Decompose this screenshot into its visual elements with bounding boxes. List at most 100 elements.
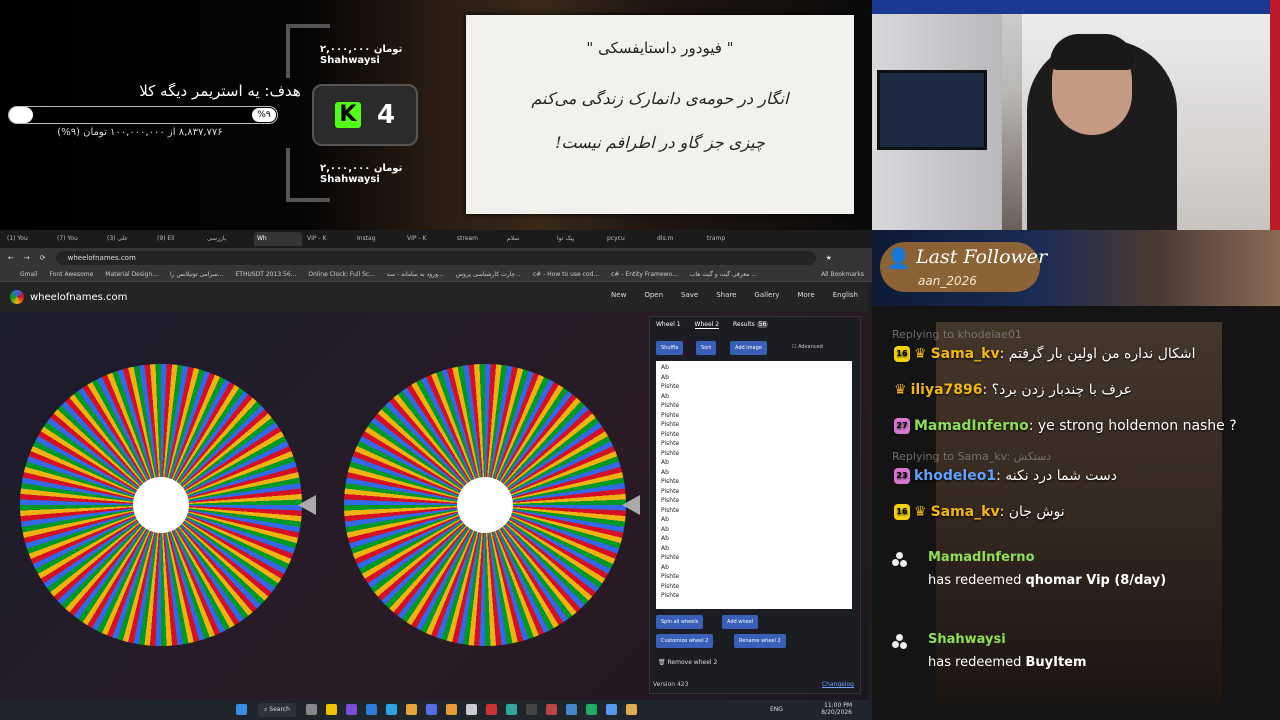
browser-tab[interactable]: dls.m xyxy=(654,232,702,246)
kick-subs-counter: K 4 xyxy=(312,84,418,146)
quote-title: " فیودور داستایفسکی " xyxy=(586,39,734,57)
customize-wheel-button[interactable]: Customize wheel 2 xyxy=(656,634,714,648)
browser-tab[interactable]: VIP - K xyxy=(404,232,452,246)
entries-textarea[interactable]: Ab Ab Pishte Ab Pishte Pishte Pishte Pishte Pish… xyxy=(656,361,852,609)
entry-line: Pishte xyxy=(661,487,680,495)
bookmarks-bar: Gmail Font Awesome Material Design... سرامی… xyxy=(0,268,872,282)
edge-icon[interactable] xyxy=(386,704,397,715)
app-icon[interactable] xyxy=(486,704,497,715)
wheel-2[interactable] xyxy=(344,364,626,646)
bookmark-item[interactable]: چارت کارشناسی پروس... xyxy=(456,271,521,278)
spin-all-wheels-button[interactable]: Spin all wheels xyxy=(656,615,704,629)
wheel-pointer-icon xyxy=(622,495,640,515)
site-menu-item[interactable]: More xyxy=(797,291,814,299)
donation-bottom: ۲,۰۰۰,۰۰۰ تومان Shahwaysi xyxy=(320,163,462,185)
entry-line: Pishte xyxy=(661,478,680,485)
tab-wheel-2[interactable]: Wheel 2 xyxy=(694,321,720,329)
entry-line: Ab xyxy=(661,392,669,400)
bookmark-item[interactable]: Font Awesome xyxy=(50,271,94,278)
browser-tab[interactable]: (3) علی xyxy=(104,232,152,246)
back-icon[interactable]: ← xyxy=(8,254,14,262)
bookmark-item[interactable]: ETHUSDT 2013.56... xyxy=(236,271,297,278)
sort-button[interactable]: Sort xyxy=(696,341,717,355)
entries-panel: Wheel 1 Wheel 2 Results 56 Shuffle Sort … xyxy=(649,316,861,694)
tab-wheel-1[interactable]: Wheel 1 xyxy=(656,321,681,329)
sub-badge-icon: 16 xyxy=(894,346,910,362)
bookmark-item[interactable]: Online Clock: Full Sc... xyxy=(308,271,375,278)
browser-tab[interactable]: سلام xyxy=(504,232,552,246)
browser-tab[interactable]: پیک توا xyxy=(554,232,602,246)
chat-username: khodeleo1 xyxy=(914,468,997,484)
version-label: Version 423 xyxy=(653,681,689,688)
browser-tab[interactable]: VIP - K xyxy=(304,232,352,246)
app-icon[interactable] xyxy=(446,704,457,715)
add-image-button[interactable]: Add image xyxy=(730,341,767,355)
bookmark-item[interactable]: Material Design... xyxy=(105,271,158,278)
tab-results[interactable]: Results 56 xyxy=(733,321,769,329)
language-indicator[interactable]: ENG xyxy=(770,706,783,713)
site-menu-item[interactable]: Gallery xyxy=(754,291,779,299)
browser-tab[interactable]: tramp xyxy=(704,232,752,246)
bookmark-item[interactable]: c# - How to use cod... xyxy=(533,271,599,278)
reply-context: Replying to khodelae01 xyxy=(892,328,1022,341)
site-name[interactable]: wheelofnames.com xyxy=(30,292,127,303)
taskbar-clock[interactable]: 11:00 PM 8/20/2026 xyxy=(821,702,852,716)
site-menu-item[interactable]: Save xyxy=(681,291,698,299)
site-menu-item[interactable]: English xyxy=(833,291,858,299)
app-icon[interactable] xyxy=(626,704,637,715)
start-icon[interactable] xyxy=(236,704,247,715)
site-menu-item[interactable]: Share xyxy=(716,291,736,299)
vscode-icon[interactable] xyxy=(366,704,377,715)
wheel-stage: Wheel 1 Wheel 2 Results 56 Shuffle Sort … xyxy=(0,312,868,700)
all-bookmarks-button[interactable]: All Bookmarks xyxy=(821,271,864,278)
browser-tab[interactable]: Instag xyxy=(354,232,402,246)
wheel-hub[interactable] xyxy=(133,477,189,533)
last-follower-banner: 👤 Last Follower aan_2026 xyxy=(872,230,1280,306)
chat-text: : ye strong holdemon nashe ? xyxy=(1028,418,1237,434)
app-icon[interactable] xyxy=(606,704,617,715)
wheel-1[interactable] xyxy=(20,364,302,646)
shuffle-button[interactable]: Shuffle xyxy=(656,341,684,355)
site-menu-item[interactable]: New xyxy=(611,291,626,299)
site-menu-item[interactable]: Open xyxy=(644,291,663,299)
browser-tab[interactable]: stream xyxy=(454,232,502,246)
explorer-icon[interactable] xyxy=(326,704,337,715)
browser-tab-strip: (1) You (7) You (3) علی (9) Eli بازرسی Wh VIP … xyxy=(0,230,872,248)
bookmark-star-icon[interactable]: ★ xyxy=(826,254,832,262)
chrome-icon[interactable] xyxy=(406,704,417,715)
add-wheel-button[interactable]: Add wheel xyxy=(722,615,759,629)
app-icon[interactable] xyxy=(586,704,597,715)
wheel-hub[interactable] xyxy=(457,477,513,533)
app-icon[interactable] xyxy=(466,704,477,715)
site-logo-icon[interactable] xyxy=(10,290,24,304)
browser-tab[interactable]: (1) You xyxy=(4,232,52,246)
app-icon[interactable] xyxy=(566,704,577,715)
bookmark-item[interactable]: معرفی گیت و گیت هاب ... xyxy=(690,271,757,278)
rename-wheel-button[interactable]: Rename wheel 2 xyxy=(734,634,786,648)
entry-line: Pishte xyxy=(661,402,680,409)
panel-tabs: Wheel 1 Wheel 2 Results 56 xyxy=(656,321,769,329)
bookmark-item[interactable]: ورود به سامانه - سه... xyxy=(387,271,444,278)
bookmark-item[interactable]: c# - Entity Framewo... xyxy=(611,271,678,278)
url-input[interactable]: wheelofnames.com xyxy=(55,251,816,265)
app-icon[interactable] xyxy=(546,704,557,715)
browser-tab[interactable]: (9) Eli xyxy=(154,232,202,246)
advanced-checkbox[interactable]: ☐ Advanced xyxy=(792,344,823,350)
browser-tab[interactable]: بازرسی xyxy=(204,232,252,246)
bookmark-item[interactable]: سرامی توتیلانس را... xyxy=(170,271,223,278)
forward-icon[interactable]: → xyxy=(24,254,30,262)
browser-tab[interactable]: pcycu xyxy=(604,232,652,246)
discord-icon[interactable] xyxy=(426,704,437,715)
browser-tab[interactable]: (7) You xyxy=(54,232,102,246)
reload-icon[interactable]: ⟳ xyxy=(40,254,46,262)
obs-icon[interactable] xyxy=(526,704,537,715)
remove-wheel-button[interactable]: 🗑 Remove wheel 2 xyxy=(658,659,717,666)
goal-percent: %۹ xyxy=(252,108,276,122)
task-view-icon[interactable] xyxy=(306,704,317,715)
changelog-link[interactable]: Changelog xyxy=(822,681,854,688)
browser-tab[interactable]: Wh xyxy=(254,232,302,246)
taskbar-search[interactable]: ⌕ Search xyxy=(258,703,296,717)
app-icon[interactable] xyxy=(506,704,517,715)
vs-icon[interactable] xyxy=(346,704,357,715)
bookmark-item[interactable]: Gmail xyxy=(20,271,38,278)
